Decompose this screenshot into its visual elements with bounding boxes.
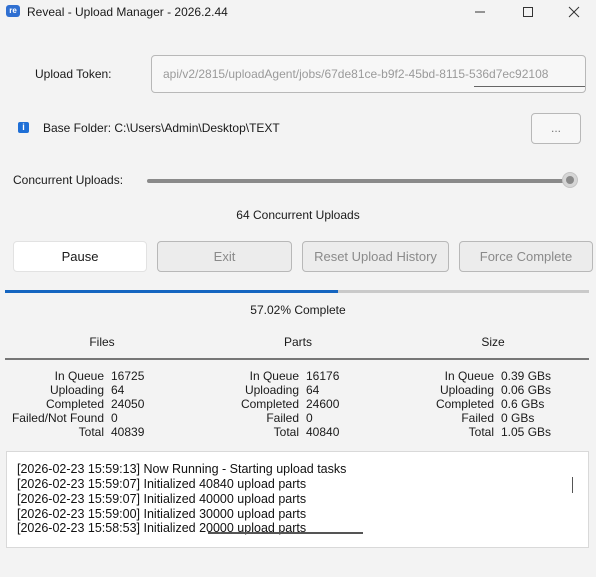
size-failed-label: Failed	[461, 411, 494, 425]
files-failed-value: 0	[111, 411, 118, 425]
maximize-icon	[523, 7, 533, 17]
upload-progress-fill	[5, 290, 338, 293]
base-folder-label: Base Folder: C:\Users\Admin\Desktop\TEXT	[43, 121, 280, 135]
files-uploading-label: Uploading	[49, 383, 104, 397]
upload-token-field[interactable]: api/v2/2815/uploadAgent/jobs/67de81ce-b9…	[151, 55, 586, 93]
progress-text: 57.02% Complete	[250, 303, 346, 317]
parts-in-queue-label: In Queue	[249, 369, 299, 383]
files-in-queue-label: In Queue	[54, 369, 104, 383]
log-panel[interactable]: [2026-02-23 15:59:13] Now Running - Star…	[6, 451, 589, 548]
parts-total-value: 40840	[306, 425, 340, 439]
parts-column-header: Parts	[283, 335, 312, 349]
reset-upload-history-button[interactable]: Reset Upload History	[302, 241, 449, 272]
parts-in-queue-value: 16176	[306, 369, 340, 383]
size-completed-value: 0.6 GBs	[501, 397, 545, 411]
parts-completed-value: 24600	[306, 397, 340, 411]
files-failed-label: Failed/Not Found	[11, 411, 104, 425]
files-stats-labels: In Queue Uploading Completed Failed/Not …	[4, 369, 104, 439]
size-uploading-label: Uploading	[439, 383, 494, 397]
parts-completed-label: Completed	[240, 397, 299, 411]
concurrent-uploads-value: 64 Concurrent Uploads	[236, 208, 360, 222]
log-line: [2026-02-23 15:59:00] Initialized 30000 …	[17, 507, 307, 521]
size-total-label: Total	[468, 425, 494, 439]
size-column-header: Size	[481, 335, 505, 349]
info-icon: i	[18, 122, 29, 133]
log-line: [2026-02-23 15:59:13] Now Running - Star…	[17, 462, 347, 476]
minimize-button[interactable]	[457, 0, 503, 24]
files-stat-row: Completed	[4, 397, 104, 411]
parts-uploading-value: 64	[306, 383, 320, 397]
close-icon	[568, 6, 580, 18]
minimize-icon	[475, 11, 485, 13]
title-bar: re Reveal - Upload Manager - 2026.2.44	[0, 0, 596, 24]
concurrent-uploads-label: Concurrent Uploads:	[13, 173, 124, 187]
log-vertical-scrollbar[interactable]	[572, 477, 573, 493]
size-total-value: 1.05 GBs	[501, 425, 552, 439]
files-stat-row: In Queue	[4, 369, 104, 383]
size-in-queue-label: In Queue	[444, 369, 494, 383]
maximize-button[interactable]	[505, 0, 551, 24]
pause-button[interactable]: Pause	[13, 241, 147, 272]
parts-uploading-label: Uploading	[244, 383, 299, 397]
size-failed-value: 0 GBs	[501, 411, 535, 425]
concurrency-slider-thumb[interactable]	[562, 172, 578, 188]
parts-stats-labels: In Queue Uploading Completed Failed Tota…	[199, 369, 299, 439]
size-uploading-value: 0.06 GBs	[501, 383, 552, 397]
files-stat-row: Uploading	[4, 383, 104, 397]
files-total-value: 40839	[111, 425, 145, 439]
files-uploading-value: 64	[111, 383, 125, 397]
upload-token-label: Upload Token:	[35, 67, 112, 81]
size-stats-labels: In Queue Uploading Completed Failed Tota…	[394, 369, 494, 439]
parts-failed-value: 0	[306, 411, 313, 425]
files-completed-value: 24050	[111, 397, 145, 411]
concurrency-slider-track[interactable]	[147, 179, 567, 183]
size-in-queue-value: 0.39 GBs	[501, 369, 552, 383]
size-stats-values: 0.39 GBs 0.06 GBs 0.6 GBs 0 GBs 1.05 GBs	[501, 369, 591, 439]
log-horizontal-scrollbar[interactable]	[208, 532, 363, 534]
files-stats-values: 16725 64 24050 0 40839	[111, 369, 191, 439]
files-stat-row: Total	[4, 425, 104, 439]
window-title: Reveal - Upload Manager - 2026.2.44	[27, 5, 228, 19]
log-line: [2026-02-23 15:59:07] Initialized 40000 …	[17, 492, 307, 506]
parts-total-label: Total	[273, 425, 299, 439]
exit-button[interactable]: Exit	[157, 241, 292, 272]
upload-progress-bar	[5, 290, 589, 293]
token-text-underline	[474, 86, 585, 87]
upload-token-value: api/v2/2815/uploadAgent/jobs/67de81ce-b9…	[163, 67, 549, 81]
files-completed-label: Completed	[45, 397, 104, 411]
close-button[interactable]	[551, 0, 596, 24]
log-line: [2026-02-23 15:59:07] Initialized 40840 …	[17, 477, 307, 491]
force-complete-button[interactable]: Force Complete	[459, 241, 593, 272]
files-in-queue-value: 16725	[111, 369, 145, 383]
header-divider	[5, 358, 589, 360]
files-stat-row: Failed/Not Found	[4, 411, 104, 425]
files-total-label: Total	[78, 425, 104, 439]
browse-folder-button[interactable]: ...	[531, 113, 581, 144]
app-logo-icon: re	[6, 5, 20, 17]
files-column-header: Files	[89, 335, 115, 349]
parts-failed-label: Failed	[266, 411, 299, 425]
parts-stats-values: 16176 64 24600 0 40840	[306, 369, 386, 439]
size-completed-label: Completed	[435, 397, 494, 411]
